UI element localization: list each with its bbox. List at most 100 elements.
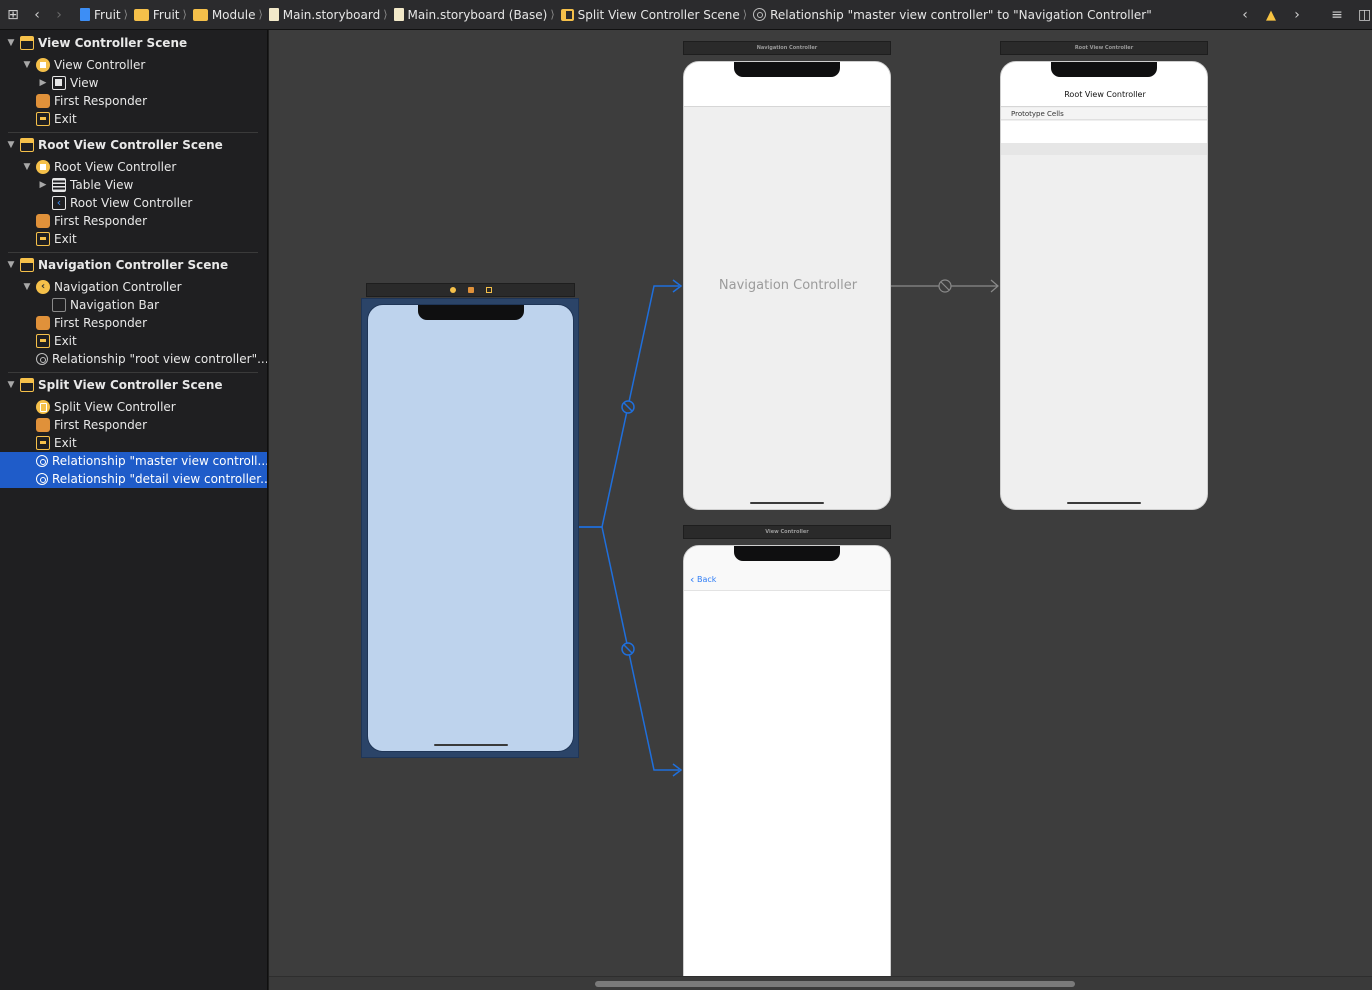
storyboard-canvas[interactable]: Navigation Controller Navigation Control… <box>269 30 1372 990</box>
exit-icon[interactable] <box>485 286 492 293</box>
first-responder-icon[interactable] <box>467 286 474 293</box>
relationship-icon <box>753 8 767 21</box>
relationship-icon <box>36 455 48 467</box>
device-notch <box>417 305 524 320</box>
folder-icon <box>133 8 149 21</box>
outline-item-view[interactable]: ▶ View <box>0 74 267 92</box>
view-controller-scene-dock[interactable]: View Controller <box>683 525 891 539</box>
root-view-controller-device[interactable]: Root View Controller Prototype Cells <box>1000 61 1208 510</box>
scene-icon <box>20 138 34 152</box>
home-indicator <box>433 744 508 746</box>
disclosure-triangle-icon[interactable]: ▶ <box>38 180 48 190</box>
outline-scene-split-view-controller[interactable]: ▼ Split View Controller Scene <box>0 376 267 394</box>
outline-item-view-controller[interactable]: ▼ View Controller <box>0 56 267 74</box>
navigation-controller-placeholder-label: Navigation Controller <box>718 278 858 293</box>
navigation-controller-scene-dock[interactable]: Navigation Controller <box>683 41 891 55</box>
disclosure-triangle-icon[interactable]: ▼ <box>22 60 32 70</box>
previous-issue-icon[interactable]: ‹ <box>1234 7 1256 23</box>
first-responder-icon <box>36 418 50 432</box>
outline-item-first-responder[interactable]: First Responder <box>0 212 267 230</box>
outline-item-first-responder[interactable]: First Responder <box>0 314 267 332</box>
disclosure-triangle-icon[interactable]: ▼ <box>22 282 32 292</box>
navigation-title: Root View Controller <box>1064 90 1146 99</box>
outline-item-root-view-controller[interactable]: ▼ Root View Controller <box>0 158 267 176</box>
forward-arrow-icon[interactable]: › <box>48 7 70 23</box>
breadcrumb-project[interactable]: Fruit <box>80 8 121 22</box>
device-notch <box>734 546 840 561</box>
grid-icon[interactable]: ⊞ <box>0 7 26 23</box>
outline-item-table-view[interactable]: ▶ Table View <box>0 176 267 194</box>
breadcrumb-group-fruit[interactable]: Fruit <box>133 8 180 22</box>
breadcrumb-storyboard[interactable]: Main.storyboard <box>268 8 380 22</box>
outline-item-navigation-controller[interactable]: ▼ ‹ Navigation Controller <box>0 278 267 296</box>
outline-item-navigation-item[interactable]: ‹ Root View Controller <box>0 194 267 212</box>
outline-item-navigation-bar[interactable]: Navigation Bar <box>0 296 267 314</box>
home-indicator <box>1067 502 1141 504</box>
outline-item-split-view-controller[interactable]: Split View Controller <box>0 398 267 416</box>
jump-bar-controls: ‹ ▲ › ≡ ◫ <box>1234 0 1372 29</box>
back-arrow-icon[interactable]: ‹ <box>26 7 48 23</box>
exit-icon <box>36 232 50 246</box>
storyboard-file-icon <box>268 8 279 21</box>
split-view-scene-dock[interactable] <box>366 283 575 297</box>
breadcrumb-group-module[interactable]: Module <box>192 8 255 22</box>
table-separator <box>1001 143 1207 155</box>
split-view-controller-device[interactable] <box>367 304 574 752</box>
disclosure-triangle-icon[interactable]: ▼ <box>6 260 16 270</box>
disclosure-triangle-icon[interactable]: ▶ <box>38 78 48 88</box>
first-responder-icon <box>36 94 50 108</box>
outline-scene-root-view-controller[interactable]: ▼ Root View Controller Scene <box>0 136 267 154</box>
outline-item-exit[interactable]: Exit <box>0 110 267 128</box>
outline-item-first-responder[interactable]: First Responder <box>0 416 267 434</box>
scene-icon <box>20 36 34 50</box>
prototype-cells-header: Prototype Cells <box>1001 108 1207 120</box>
project-icon <box>80 8 90 21</box>
scene-icon <box>20 378 34 392</box>
disclosure-triangle-icon[interactable]: ▼ <box>6 38 16 48</box>
view-controller-device[interactable]: ‹ Back <box>683 545 891 990</box>
prototype-cell[interactable] <box>1001 121 1207 143</box>
horizontal-scrollbar[interactable] <box>269 976 1372 990</box>
outline-item-relationship-detail[interactable]: Relationship "detail view controller... <box>0 470 267 488</box>
warning-icon[interactable]: ▲ <box>1266 8 1276 23</box>
outline-item-relationship-master[interactable]: Relationship "master view controll... <box>0 452 267 470</box>
outline-item-relationship-root[interactable]: Relationship "root view controller"... <box>0 350 267 368</box>
disclosure-triangle-icon[interactable]: ▼ <box>6 140 16 150</box>
first-responder-icon <box>36 316 50 330</box>
breadcrumb-storyboard-base[interactable]: Main.storyboard (Base) <box>393 8 547 22</box>
outline-divider <box>8 372 258 373</box>
navigation-controller-icon: ‹ <box>36 280 50 294</box>
exit-icon <box>36 112 50 126</box>
outline-scene-view-controller[interactable]: ▼ View Controller Scene <box>0 34 267 52</box>
navigation-item-icon: ‹ <box>52 196 66 210</box>
split-editor-icon[interactable]: ◫ <box>1358 7 1371 23</box>
breadcrumb-relationship[interactable]: Relationship "master view controller" to… <box>753 8 1152 22</box>
disclosure-triangle-icon[interactable]: ▼ <box>6 380 16 390</box>
outline-scene-navigation-controller[interactable]: ▼ Navigation Controller Scene <box>0 256 267 274</box>
outline-item-first-responder[interactable]: First Responder <box>0 92 267 110</box>
outline-item-exit[interactable]: Exit <box>0 332 267 350</box>
scene-icon <box>20 258 34 272</box>
exit-icon <box>36 334 50 348</box>
scrollbar-thumb[interactable] <box>595 981 1075 987</box>
outline-item-exit[interactable]: Exit <box>0 434 267 452</box>
chevron-left-icon: ‹ <box>690 573 695 586</box>
split-view-controller-icon <box>36 400 50 414</box>
relationship-icon <box>36 353 48 365</box>
editor-options-icon[interactable]: ≡ <box>1326 7 1348 23</box>
disclosure-triangle-icon[interactable]: ▼ <box>22 162 32 172</box>
split-scene-icon <box>560 8 574 21</box>
breadcrumb-scene[interactable]: Split View Controller Scene <box>560 8 740 22</box>
document-outline: ▼ View Controller Scene ▼ View Controller … <box>0 30 268 990</box>
navigation-controller-device[interactable]: Navigation Controller <box>683 61 891 510</box>
split-view-controller-icon[interactable] <box>449 286 456 293</box>
folder-icon <box>192 8 208 21</box>
outline-divider <box>8 252 258 253</box>
back-button[interactable]: ‹ Back <box>690 573 716 586</box>
outline-divider <box>8 132 258 133</box>
outline-item-exit[interactable]: Exit <box>0 230 267 248</box>
jump-bar: ⊞ ‹ › Fruit ⟩ Fruit ⟩ Module ⟩ Main.storybo… <box>0 0 1372 30</box>
table-view-icon <box>52 178 66 192</box>
root-view-controller-scene-dock[interactable]: Root View Controller <box>1000 41 1208 55</box>
next-issue-icon[interactable]: › <box>1286 7 1308 23</box>
